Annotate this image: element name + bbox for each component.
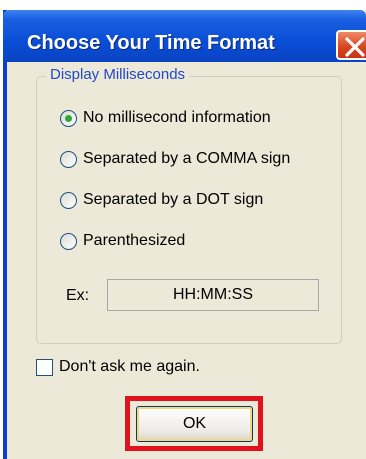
radio-no-millisecond[interactable]: No millisecond information	[60, 107, 271, 129]
dont-ask-label: Don't ask me again.	[59, 358, 200, 375]
radio-comma[interactable]: Separated by a COMMA sign	[60, 148, 290, 170]
close-button[interactable]	[336, 30, 366, 60]
radio-button[interactable]	[60, 109, 77, 127]
group-legend: Display Milliseconds	[46, 66, 190, 83]
dialog-title: Choose Your Time Format	[27, 32, 275, 54]
dont-ask-checkbox[interactable]	[36, 358, 53, 376]
radio-label: No millisecond information	[83, 109, 271, 126]
radio-parenthesized[interactable]: Parenthesized	[60, 230, 185, 252]
radio-button[interactable]	[60, 150, 77, 168]
example-label: Ex:	[66, 287, 90, 304]
radio-button[interactable]	[60, 191, 77, 209]
dont-ask-checkbox-row[interactable]: Don't ask me again.	[36, 358, 200, 376]
radio-label: Separated by a DOT sign	[83, 191, 264, 208]
radio-label: Parenthesized	[83, 232, 186, 249]
close-icon	[345, 37, 365, 57]
radio-button[interactable]	[60, 232, 77, 250]
radio-label: Separated by a COMMA sign	[83, 150, 291, 167]
ok-button[interactable]: OK	[136, 406, 253, 442]
radio-dot[interactable]: Separated by a DOT sign	[60, 189, 263, 211]
example-field: HH:MM:SS	[107, 279, 319, 311]
title-bar[interactable]: Choose Your Time Format	[3, 10, 366, 62]
